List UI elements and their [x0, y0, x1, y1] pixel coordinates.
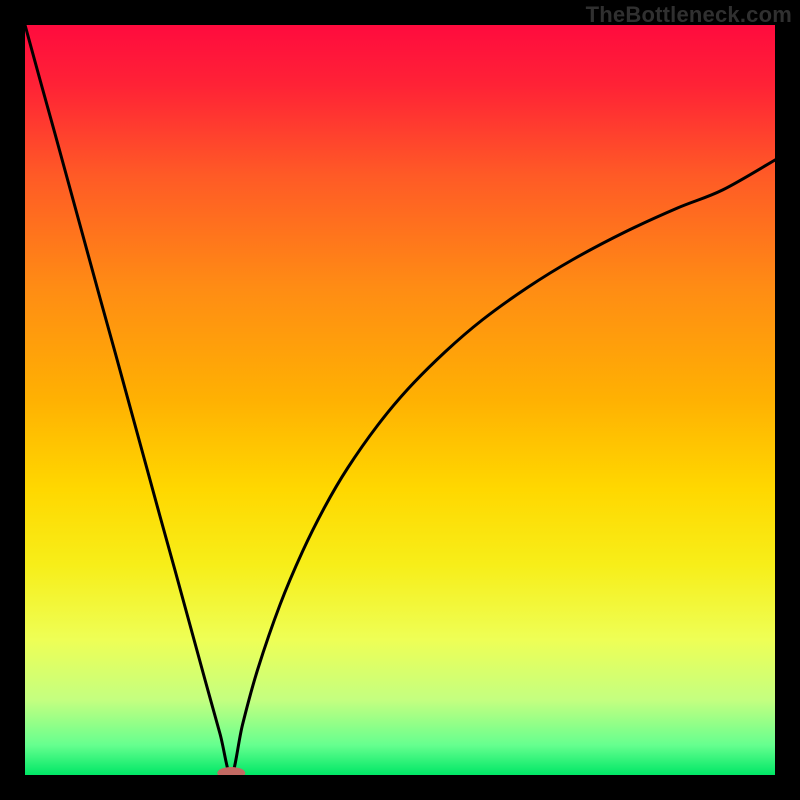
chart-frame: TheBottleneck.com	[0, 0, 800, 800]
plot-area	[25, 25, 775, 775]
watermark-text: TheBottleneck.com	[586, 2, 792, 28]
chart-svg	[25, 25, 775, 775]
